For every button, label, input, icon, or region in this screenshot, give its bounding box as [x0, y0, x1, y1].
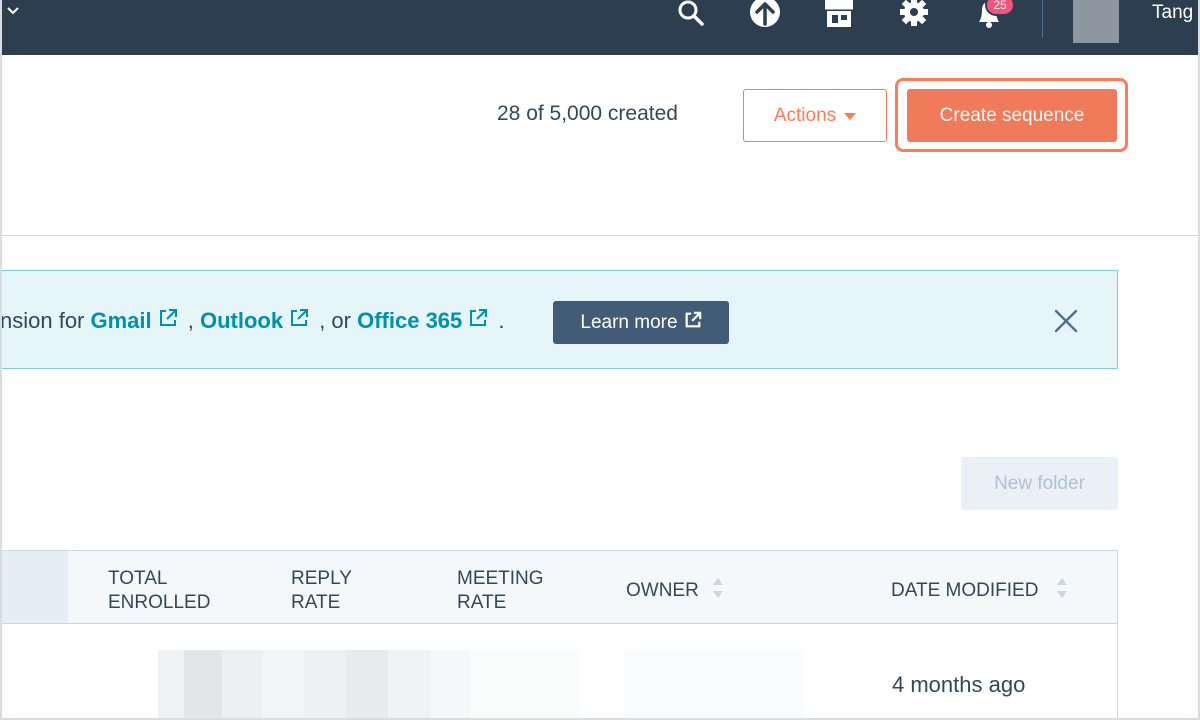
close-icon[interactable]	[1053, 308, 1079, 334]
redacted-cell	[262, 650, 304, 720]
redacted-cell	[470, 650, 580, 720]
date-modified-cell: 4 months ago	[892, 672, 1026, 697]
column-header-owner[interactable]: OWNER	[626, 579, 699, 603]
column-header-line: REPLY	[291, 568, 352, 589]
office365-link[interactable]: Office 365	[357, 308, 462, 334]
banner-suffix: .	[492, 308, 505, 333]
settings-gear-icon[interactable]	[897, 0, 931, 30]
external-link-icon	[468, 308, 488, 334]
external-link-icon	[158, 308, 178, 334]
notification-count-badge: 25	[985, 0, 1015, 16]
sort-icon[interactable]	[712, 575, 724, 601]
redacted-cell	[158, 650, 184, 720]
redacted-cell	[222, 650, 262, 720]
column-header-meeting-rate[interactable]: MEETING RATE	[457, 567, 544, 615]
search-icon[interactable]	[673, 0, 707, 30]
user-name[interactable]: Tang	[1152, 2, 1193, 24]
banner-separator: ,	[181, 308, 200, 333]
column-header-line: RATE	[457, 592, 507, 613]
redacted-cell	[304, 650, 346, 720]
table-row[interactable]: 4 months ago	[0, 624, 1118, 720]
actions-button-label: Actions	[773, 104, 837, 126]
table-header: TOTAL ENROLLED REPLY RATE MEETING RATE O…	[0, 550, 1118, 624]
redacted-owner-cell	[624, 650, 804, 720]
banner-prefix: nsion for	[0, 308, 91, 333]
banner-separator: , or	[313, 308, 358, 333]
actions-dropdown-button[interactable]: Actions	[743, 89, 887, 142]
redacted-cell	[430, 650, 470, 720]
column-header-line: MEETING	[457, 568, 544, 589]
chevron-down-icon[interactable]	[6, 4, 22, 20]
create-sequence-button[interactable]: Create sequence	[907, 89, 1117, 142]
extension-banner: nsion for Gmail , Outlook , or Office 36…	[0, 270, 1118, 369]
redacted-cell	[388, 650, 430, 720]
external-link-icon	[289, 308, 309, 334]
column-header-total-enrolled[interactable]: TOTAL ENROLLED	[108, 567, 210, 615]
external-link-icon	[684, 311, 702, 335]
learn-more-label: Learn more	[580, 311, 678, 333]
learn-more-button[interactable]: Learn more	[553, 301, 729, 344]
caret-down-icon	[844, 113, 857, 120]
select-column-header	[0, 551, 68, 623]
marketplace-icon[interactable]	[822, 0, 856, 30]
redacted-cell	[184, 650, 222, 720]
top-navigation-bar: 25 Tang	[0, 0, 1200, 55]
column-header-line: ENROLLED	[108, 592, 211, 613]
column-header-line: RATE	[291, 592, 341, 613]
column-header-reply-rate[interactable]: REPLY RATE	[291, 567, 352, 615]
avatar[interactable]	[1073, 0, 1119, 43]
gmail-link[interactable]: Gmail	[91, 308, 152, 334]
header-divider	[0, 235, 1200, 236]
redacted-cell	[346, 650, 388, 720]
column-header-date-modified[interactable]: DATE MODIFIED	[891, 579, 1038, 603]
outlook-link[interactable]: Outlook	[200, 308, 283, 334]
nav-divider	[1042, 0, 1043, 38]
sort-icon[interactable]	[1056, 575, 1068, 601]
column-header-line: TOTAL	[108, 568, 168, 589]
banner-message: nsion for Gmail , Outlook , or Office 36…	[0, 308, 505, 334]
new-folder-button[interactable]: New folder	[961, 457, 1118, 510]
upgrade-arrow-icon[interactable]	[748, 0, 782, 30]
sequences-created-count: 28 of 5,000 created	[497, 102, 678, 125]
